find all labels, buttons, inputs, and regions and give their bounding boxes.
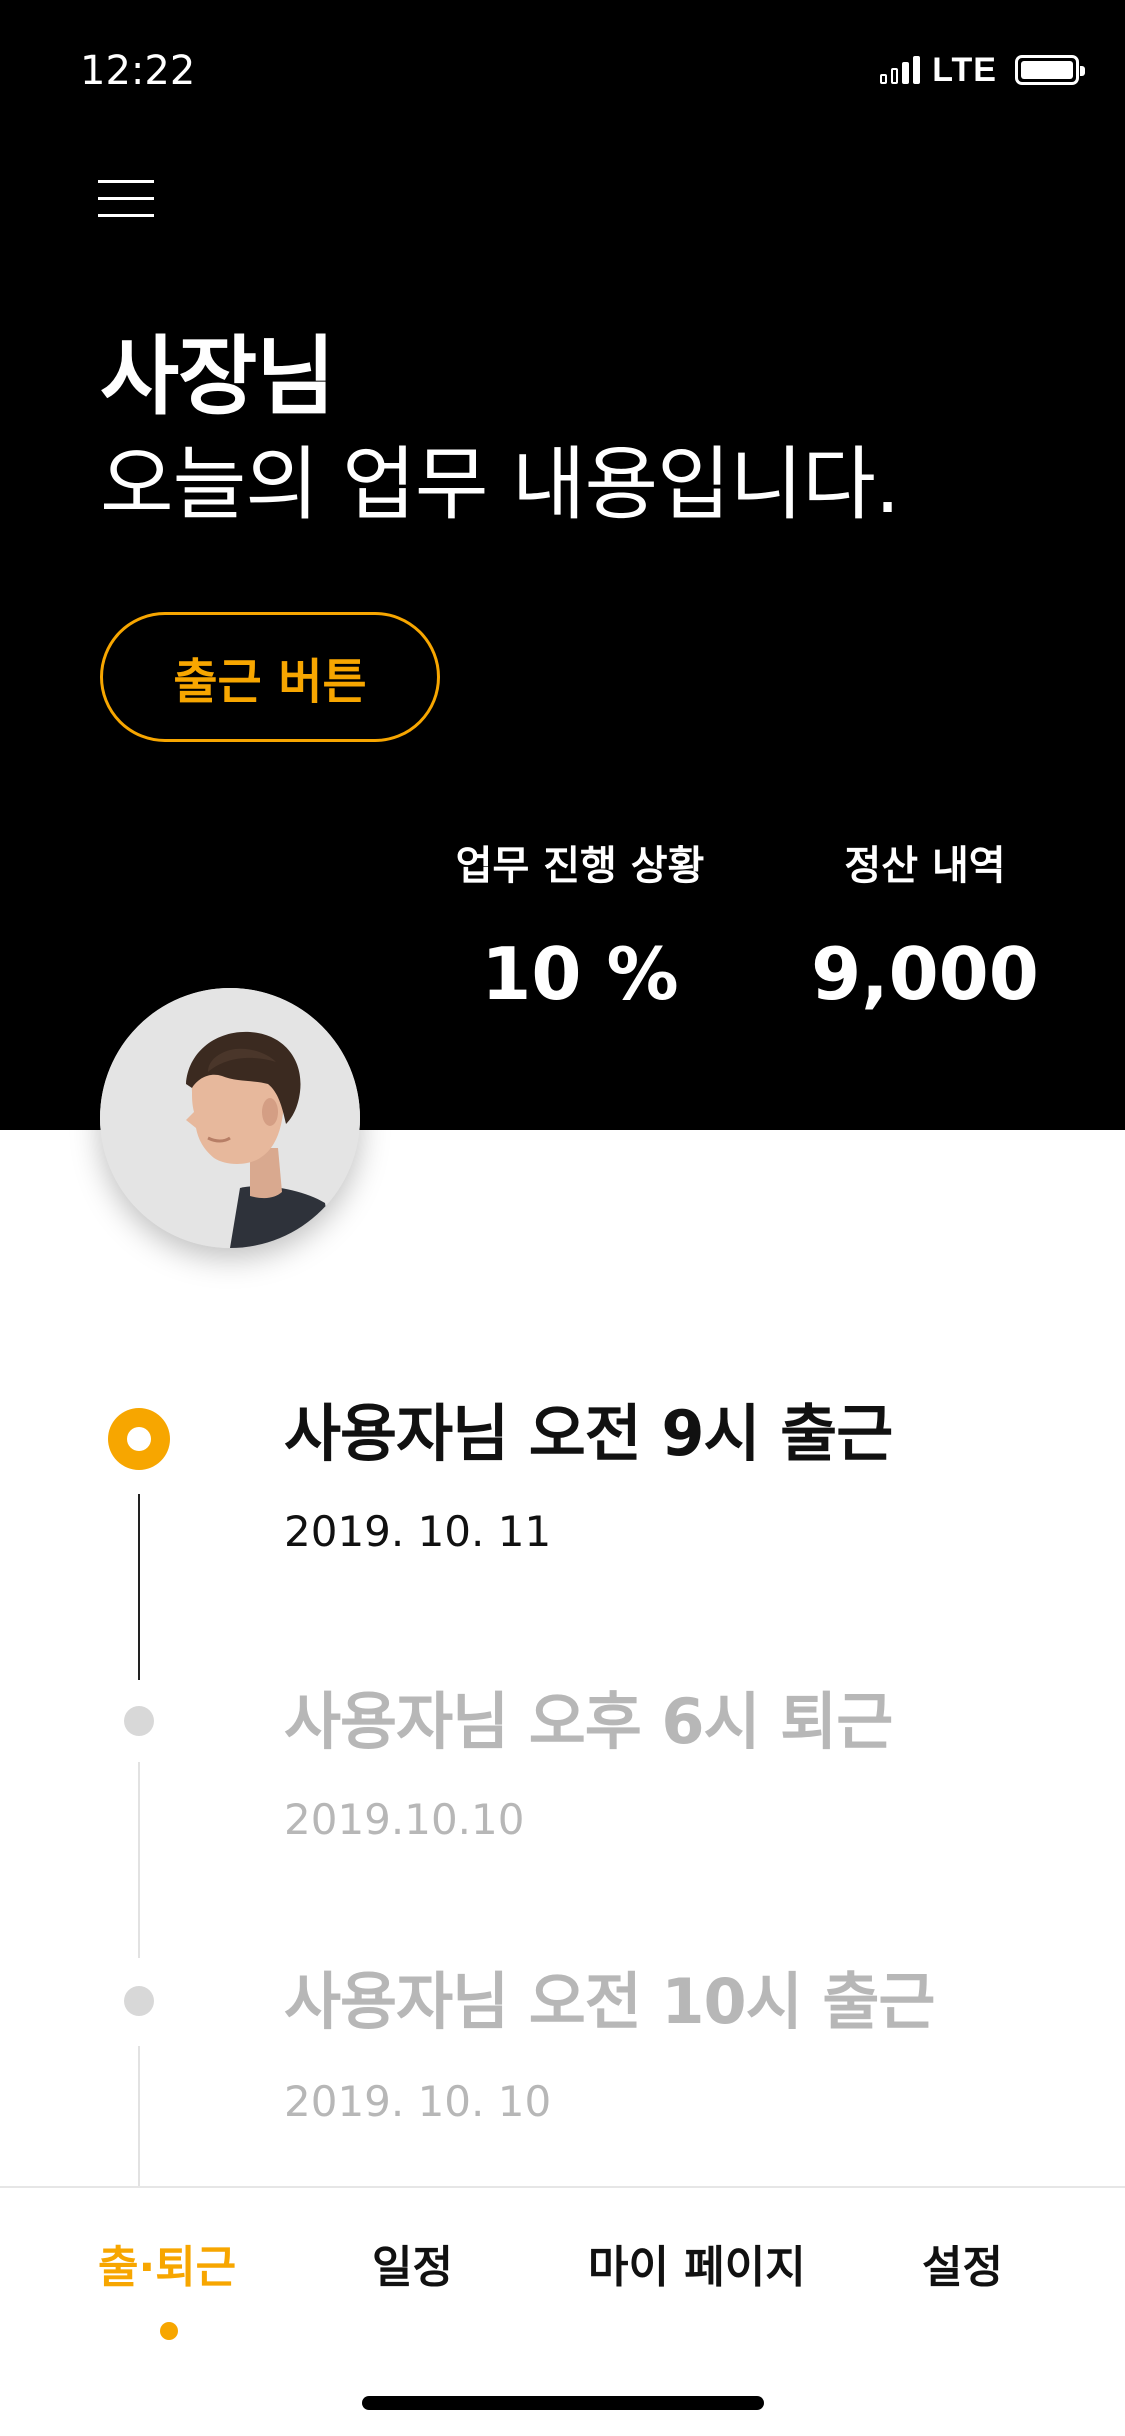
settlement-value: 9,000 — [811, 932, 1039, 1016]
timeline-title[interactable]: 사용자님 오전 9시 출근 — [284, 1394, 893, 1474]
greeting-name: 사장님 — [100, 327, 335, 427]
timeline-title[interactable]: 사용자님 오후 6시 퇴근 — [284, 1682, 893, 1762]
app-screen: 12:22 LTE 사장님 오늘의 업무 내용입니다. 출근 버튼 업무 진행 … — [0, 0, 1125, 2436]
person-portrait-icon — [100, 988, 360, 1248]
timeline-dot — [124, 1706, 154, 1736]
work-progress-label: 업무 진행 상황 — [455, 843, 705, 889]
timeline-dot — [124, 1986, 154, 2016]
avatar[interactable] — [100, 988, 360, 1248]
status-time: 12:22 — [80, 48, 196, 94]
greeting-subtitle: 오늘의 업무 내용입니다. — [100, 438, 900, 531]
status-indicators: LTE — [880, 50, 1085, 90]
timeline-dot-active — [108, 1408, 170, 1470]
timeline-connector — [138, 1762, 140, 1958]
timeline-date: 2019. 10. 10 — [284, 2077, 552, 2126]
settlement-stat[interactable]: 정산 내역 9,000 — [810, 836, 1040, 1024]
work-progress-stat: 업무 진행 상황 10 % — [440, 836, 720, 1024]
checkin-button[interactable]: 출근 버튼 — [100, 612, 440, 742]
network-label: LTE — [932, 51, 997, 89]
nav-tab-my-page[interactable]: 마이 페이지 — [588, 2238, 806, 2298]
battery-icon — [1015, 55, 1085, 85]
timeline-connector — [138, 2046, 140, 2186]
work-progress-value: 10 % — [481, 932, 679, 1016]
home-indicator[interactable] — [362, 2396, 764, 2410]
timeline-connector-active — [138, 1494, 140, 1680]
timeline-date: 2019.10.10 — [284, 1795, 525, 1844]
timeline-date: 2019. 10. 11 — [284, 1507, 552, 1556]
timeline-title[interactable]: 사용자님 오전 10시 출근 — [284, 1962, 935, 2042]
signal-icon — [880, 56, 921, 84]
settlement-label: 정산 내역 — [844, 843, 1006, 889]
nav-tab-commute[interactable]: 출·퇴근 — [98, 2238, 236, 2298]
hamburger-menu-icon[interactable] — [98, 176, 154, 222]
nav-tab-settings[interactable]: 설정 — [922, 2238, 1003, 2298]
active-tab-indicator — [160, 2322, 178, 2340]
nav-tab-schedule[interactable]: 일정 — [372, 2238, 453, 2298]
header-section: 12:22 LTE 사장님 오늘의 업무 내용입니다. 출근 버튼 업무 진행 … — [0, 0, 1125, 1130]
